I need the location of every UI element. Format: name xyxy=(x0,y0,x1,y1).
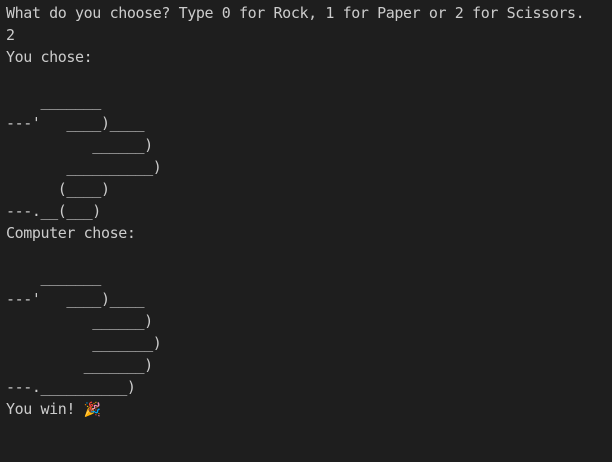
result-text: You win! xyxy=(6,400,84,418)
user-input-line: 2 xyxy=(6,26,15,44)
prompt-line: What do you choose? Type 0 for Rock, 1 f… xyxy=(6,4,585,22)
computer-chose-label: Computer chose: xyxy=(6,224,136,242)
terminal-output: What do you choose? Type 0 for Rock, 1 f… xyxy=(6,2,612,462)
you-chose-label: You chose: xyxy=(6,48,93,66)
computer-choice-ascii-art: _______ ---' ____)____ ______) _______) … xyxy=(6,268,162,396)
party-popper-icon: 🎉 xyxy=(83,402,101,418)
user-choice-ascii-art: _______ ---' ____)____ ______) _________… xyxy=(6,92,162,220)
result-line: You win! 🎉 xyxy=(6,398,612,420)
